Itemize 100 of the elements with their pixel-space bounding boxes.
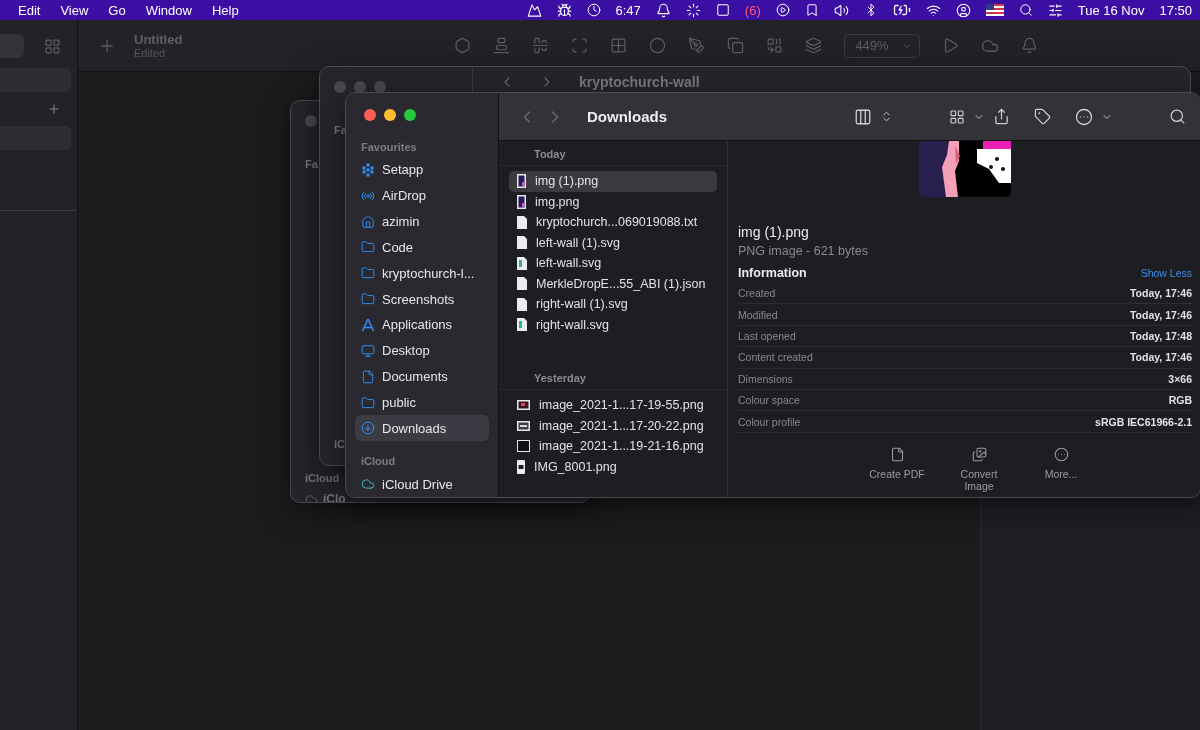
layers-icon[interactable] bbox=[805, 37, 823, 54]
sidebar-item[interactable]: azimin bbox=[355, 208, 489, 235]
combine-icon[interactable] bbox=[766, 37, 784, 54]
sidebar-item[interactable]: public bbox=[355, 389, 489, 416]
share-icon[interactable] bbox=[993, 108, 1010, 125]
sidebar-item[interactable]: Documents bbox=[355, 363, 489, 390]
menu-item[interactable]: Edit bbox=[8, 2, 51, 18]
file-item[interactable]: right-wall.svg bbox=[509, 314, 717, 335]
menu-time[interactable]: 17:50 bbox=[1159, 2, 1192, 18]
sidebar-item[interactable]: kryptochurch-l... bbox=[355, 260, 489, 287]
frame-icon[interactable] bbox=[571, 37, 589, 54]
section-heading: Information bbox=[738, 266, 807, 280]
group-heading: Yesterday bbox=[499, 365, 727, 390]
window-button[interactable] bbox=[374, 81, 386, 93]
sidebar-item[interactable]: iCloud Drive bbox=[355, 471, 489, 497]
download-icon bbox=[361, 421, 375, 436]
file-item[interactable]: img (1).png bbox=[509, 171, 717, 192]
file-item[interactable]: right-wall (1).svg bbox=[509, 294, 717, 315]
info-value: RGB bbox=[1168, 394, 1192, 407]
control-center-icon[interactable] bbox=[1047, 2, 1063, 18]
info-label: Colour profile bbox=[738, 415, 801, 428]
image-file-icon bbox=[517, 459, 525, 474]
grid-icon[interactable] bbox=[949, 108, 965, 125]
document-file-icon bbox=[517, 236, 527, 250]
document-file-icon bbox=[517, 215, 527, 229]
play-icon[interactable] bbox=[775, 3, 790, 17]
menu-date[interactable]: Tue 16 Nov bbox=[1077, 2, 1145, 18]
file-item[interactable]: left-wall.svg bbox=[509, 253, 717, 274]
file-kind: PNG image - 621 bytes bbox=[738, 244, 869, 258]
file-item[interactable]: image_2021-1...19-21-16.png bbox=[509, 436, 717, 457]
sidebar-heading: iC bbox=[334, 438, 345, 450]
menu-item[interactable]: View bbox=[50, 2, 99, 18]
search-icon[interactable] bbox=[1169, 108, 1186, 125]
file-item[interactable]: image_2021-1...17-19-55.png bbox=[509, 395, 717, 416]
document-file-icon bbox=[517, 277, 527, 291]
document-file-icon bbox=[517, 297, 527, 311]
user-icon[interactable] bbox=[955, 2, 971, 18]
menu-item[interactable]: Help bbox=[201, 2, 249, 18]
window-button[interactable] bbox=[354, 81, 366, 93]
add-icon[interactable] bbox=[47, 102, 61, 116]
copy-icon[interactable] bbox=[727, 37, 745, 54]
zoom-button[interactable] bbox=[404, 109, 416, 121]
file-item[interactable]: kryptochurch...069019088.txt bbox=[509, 212, 717, 233]
shape-icon[interactable] bbox=[454, 37, 472, 54]
sidebar-item[interactable]: Applications bbox=[355, 312, 489, 338]
sidebar-heading: iCloud bbox=[360, 455, 397, 468]
wifi-icon[interactable] bbox=[925, 2, 941, 18]
updown-icon[interactable] bbox=[880, 110, 893, 123]
sidebar-item[interactable]: Screenshots bbox=[355, 286, 489, 313]
pen-icon[interactable] bbox=[688, 37, 706, 54]
sidebar-item[interactable]: Desktop bbox=[355, 337, 489, 364]
show-less-link[interactable]: Show Less bbox=[1140, 267, 1192, 279]
document-icon bbox=[361, 369, 375, 384]
search-icon[interactable] bbox=[1018, 3, 1033, 17]
volume-icon[interactable] bbox=[833, 2, 849, 18]
notification-count: (6) bbox=[744, 2, 761, 18]
file-item[interactable]: MerkleDropE...55_ABI (1).json bbox=[509, 273, 717, 294]
window-button[interactable] bbox=[334, 81, 346, 93]
info-label: Colour space bbox=[738, 394, 800, 407]
menu-item[interactable]: Go bbox=[98, 2, 136, 18]
minimize-button[interactable] bbox=[384, 109, 396, 121]
columns-icon[interactable] bbox=[854, 107, 872, 126]
folder-icon bbox=[361, 292, 375, 307]
bookmark-icon[interactable] bbox=[804, 3, 819, 17]
bug-icon[interactable] bbox=[556, 2, 572, 18]
timer-icon[interactable] bbox=[586, 3, 601, 17]
info-label: Last opened bbox=[738, 329, 796, 342]
image-file-icon bbox=[517, 174, 526, 189]
align-icon[interactable] bbox=[493, 37, 511, 54]
file-item[interactable]: IMG_8001.png bbox=[509, 456, 717, 477]
quick-action-button[interactable]: Create PDF bbox=[866, 446, 928, 492]
close-button[interactable] bbox=[364, 109, 376, 121]
square-icon[interactable] bbox=[715, 3, 730, 17]
tag-icon[interactable] bbox=[1034, 108, 1051, 125]
sidebar-item[interactable]: AirDrop bbox=[355, 182, 489, 209]
bell-icon[interactable] bbox=[655, 2, 671, 18]
quick-action-button[interactable]: Convert Image bbox=[948, 446, 1010, 492]
circle-icon[interactable] bbox=[649, 37, 667, 54]
sidebar-heading: iCloud bbox=[305, 472, 340, 484]
monitor-icon bbox=[361, 343, 375, 358]
image-file-icon bbox=[517, 318, 527, 332]
more-icon bbox=[1053, 446, 1069, 462]
file-item[interactable]: left-wall (1).svg bbox=[509, 232, 717, 253]
more-icon[interactable] bbox=[1075, 107, 1093, 126]
sidebar-item[interactable]: Downloads bbox=[355, 415, 489, 442]
sidebar-item[interactable]: Setapp bbox=[355, 157, 489, 183]
menu-item[interactable]: Window bbox=[135, 2, 202, 18]
sidebar-item[interactable]: Code bbox=[355, 234, 489, 261]
align-icon[interactable] bbox=[532, 37, 550, 54]
window-button[interactable] bbox=[305, 115, 317, 127]
quick-action-button[interactable]: More... bbox=[1030, 446, 1092, 492]
images-icon bbox=[971, 446, 987, 462]
file-item[interactable]: img.png bbox=[509, 191, 717, 212]
flag-icon[interactable] bbox=[985, 4, 1004, 16]
loader-icon[interactable] bbox=[685, 2, 701, 18]
info-value: 3×66 bbox=[1168, 372, 1192, 385]
info-value: Today, 17:46 bbox=[1129, 308, 1192, 321]
mountain-icon[interactable] bbox=[526, 2, 542, 18]
file-item[interactable]: image_2021-1...17-20-22.png bbox=[509, 415, 717, 436]
info-value: Today, 17:46 bbox=[1129, 351, 1192, 364]
